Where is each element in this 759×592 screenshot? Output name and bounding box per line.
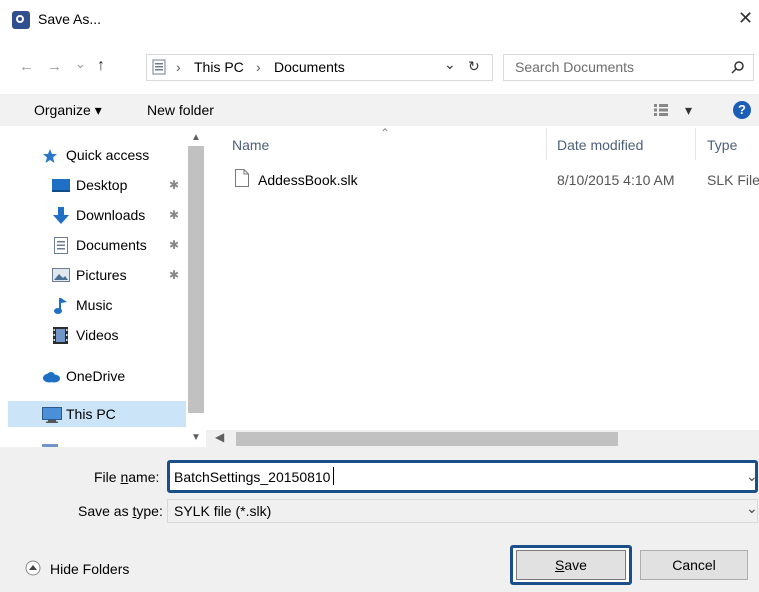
sidebar-item-label: Quick access [66,147,150,163]
breadcrumb-documents[interactable]: Documents [274,59,345,75]
breadcrumb-separator: › [176,59,181,75]
scroll-up-arrow-icon[interactable]: ▲ [191,132,201,143]
new-folder-button[interactable]: New folder [147,102,214,118]
pin-icon: ✱ [169,178,180,192]
download-icon [52,207,70,225]
back-button[interactable]: ← [19,58,34,75]
star-icon [42,148,58,164]
sort-ascending-icon: ⌃ [380,126,391,140]
column-header-date-modified[interactable]: Date modified [557,137,643,153]
recent-locations-button[interactable]: ⌄ [75,56,86,72]
file-type: SLK File [707,172,759,188]
cancel-button[interactable]: Cancel [640,550,748,580]
sidebar-item-label: Documents [76,237,147,253]
address-dropdown-button[interactable]: ⌄ [444,56,456,73]
text-cursor [333,467,334,485]
scroll-down-arrow-icon[interactable]: ▼ [191,432,201,443]
scroll-left-arrow-icon[interactable]: ◀ [215,430,224,444]
file-name: AddessBook.slk [258,172,358,188]
chevron-down-icon[interactable]: ⌄ [746,468,758,485]
sidebar-item-label: OneDrive [66,368,126,384]
pin-icon: ✱ [169,268,180,282]
breadcrumb-this-pc[interactable]: This PC [194,59,244,75]
sidebar-item-label: Videos [76,327,119,343]
navigation-pane [0,126,206,447]
pin-icon: ✱ [169,238,180,252]
music-icon [54,297,68,315]
command-toolbar [0,94,759,126]
videos-icon [53,327,68,344]
column-header-type[interactable]: Type [707,137,737,153]
onedrive-icon [42,371,60,383]
forward-button[interactable]: → [47,58,62,75]
chevron-down-icon[interactable]: ⌄ [746,500,758,517]
documents-icon [54,237,68,254]
search-icon[interactable] [731,60,745,74]
save-as-type-value: SYLK file (*.slk) [174,503,272,519]
sidebar-scrollbar-thumb[interactable] [188,146,204,413]
file-name-value: BatchSettings_20150810 [174,469,331,485]
view-options-icon[interactable] [654,104,668,116]
file-icon [235,169,249,187]
file-name-label: File name: [94,469,160,485]
save-as-type-label: Save as type: [78,503,163,519]
hide-folders-button[interactable]: Hide Folders [50,561,129,577]
sidebar-item-label: This PC [66,406,116,422]
pin-icon: ✱ [169,208,180,222]
search-placeholder: Search Documents [515,59,635,75]
sidebar-item-label: Desktop [76,177,128,193]
close-button[interactable]: ✕ [738,8,753,29]
save-button[interactable]: Save [516,550,626,580]
column-header-name[interactable]: Name [232,137,269,153]
column-divider[interactable] [546,128,547,160]
this-pc-icon [42,407,62,423]
refresh-button[interactable]: ↻ [468,58,480,75]
file-date-modified: 8/10/2015 4:10 AM [557,172,675,188]
breadcrumb-separator: › [256,59,261,75]
view-dropdown-button[interactable]: ▾ [685,102,692,119]
window-title: Save As... [38,11,102,27]
documents-location-icon [152,59,166,75]
column-divider[interactable] [695,128,696,160]
up-button[interactable]: ↑ [97,57,105,75]
app-icon [12,11,30,29]
pictures-icon [52,268,70,282]
title-bar [0,0,759,38]
sidebar-item-label: Pictures [76,267,127,283]
horizontal-scrollbar-thumb[interactable] [236,432,618,446]
organize-button[interactable]: Organize ▾ [34,102,102,119]
sidebar-item-label: Downloads [76,207,146,223]
desktop-icon [52,179,70,193]
sidebar-item-label: Music [76,297,113,313]
help-icon[interactable]: ? [733,101,751,119]
hide-folders-icon[interactable] [25,560,41,576]
